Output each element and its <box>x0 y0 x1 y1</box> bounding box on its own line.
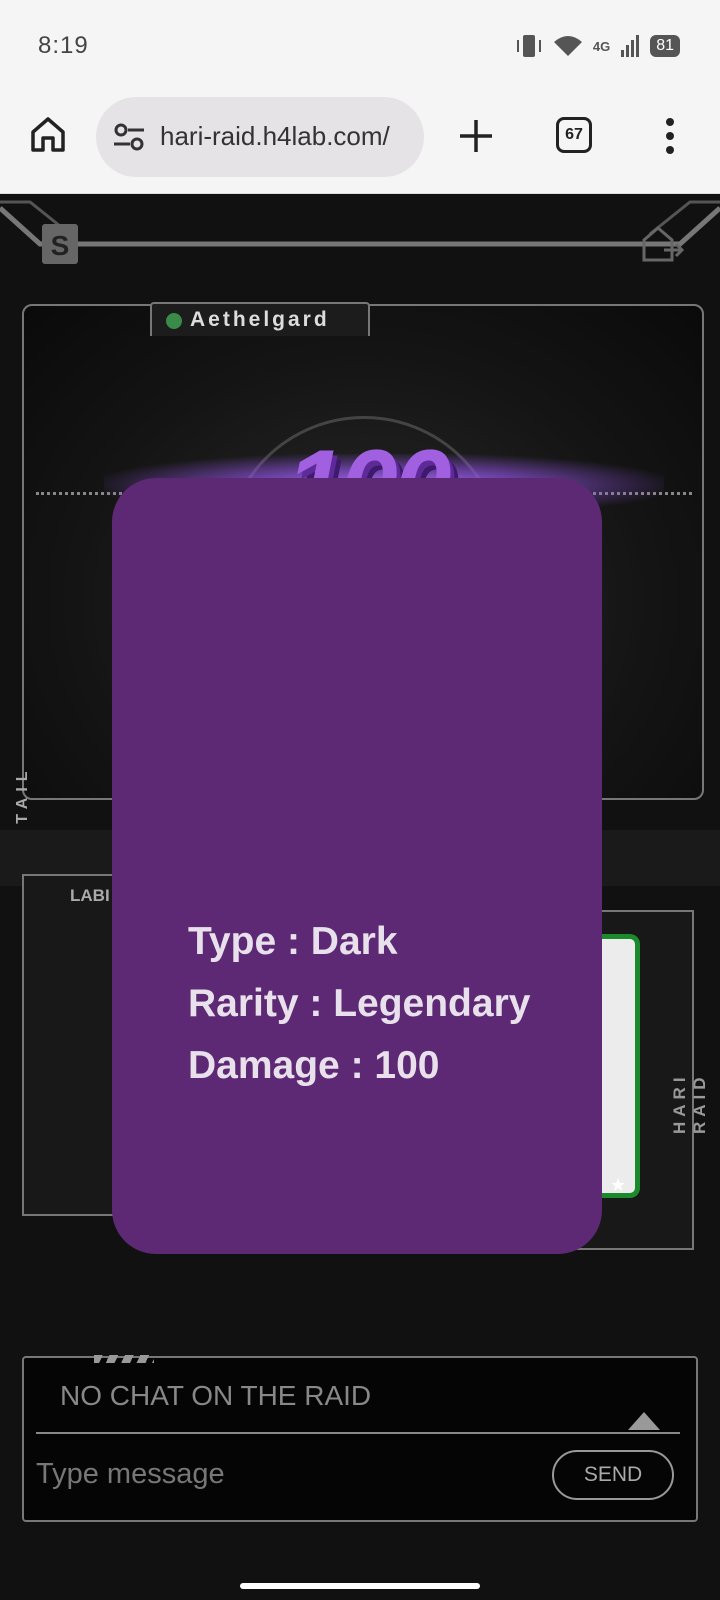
exit-icon[interactable] <box>640 224 684 264</box>
online-indicator <box>166 313 182 329</box>
star-icon: ★ <box>610 1175 627 1195</box>
screen: 8:19 4G 81 hari-raid.h4lab.com/ 67 S DET… <box>0 0 720 1600</box>
boss-name-tab: Aethelgard <box>150 302 370 336</box>
vibrate-icon <box>516 35 541 57</box>
shop-icon[interactable]: S <box>40 222 80 266</box>
more-menu-icon[interactable] <box>660 116 680 156</box>
wifi-icon <box>553 36 582 56</box>
card-rarity: Rarity : Legendary <box>188 982 531 1025</box>
chat-divider <box>36 1432 680 1434</box>
url-text[interactable]: hari-raid.h4lab.com/ <box>160 121 410 152</box>
browser-toolbar: hari-raid.h4lab.com/ 67 <box>0 94 720 194</box>
label-panel-title: LABI <box>70 886 110 905</box>
card-type: Type : Dark <box>188 920 398 963</box>
status-time: 8:19 <box>38 32 89 59</box>
signal-icon <box>621 35 640 57</box>
site-settings-icon[interactable] <box>112 121 146 153</box>
status-icons: 4G 81 <box>515 33 680 59</box>
new-tab-icon[interactable] <box>456 116 496 156</box>
message-input[interactable] <box>36 1446 536 1502</box>
chat-deco <box>94 1355 154 1363</box>
gesture-bar[interactable] <box>240 1583 480 1589</box>
bottom-strip <box>0 1552 720 1600</box>
boss-name: Aethelgard <box>190 308 330 331</box>
svg-text:S: S <box>51 230 70 261</box>
home-icon[interactable] <box>28 114 68 154</box>
hari-raid-label: HARI RAID <box>670 1072 709 1134</box>
network-type: 4G <box>592 38 611 54</box>
attack-result-card[interactable]: Type : Dark Rarity : Legendary Damage : … <box>112 478 602 1254</box>
send-button[interactable]: SEND <box>552 1450 674 1500</box>
top-frame <box>0 200 720 247</box>
chat-empty-message: NO CHAT ON THE RAID <box>60 1380 372 1411</box>
card-damage: Damage : 100 <box>188 1044 440 1087</box>
chat-panel: NO CHAT ON THE RAID SEND <box>22 1355 698 1522</box>
chat-collapse-icon[interactable] <box>628 1412 660 1430</box>
tab-switcher-button[interactable]: 67 <box>556 117 592 153</box>
address-bar[interactable]: hari-raid.h4lab.com/ <box>96 97 424 177</box>
status-bar: 8:19 4G 81 <box>0 0 720 94</box>
battery-icon: 81 <box>650 35 680 57</box>
